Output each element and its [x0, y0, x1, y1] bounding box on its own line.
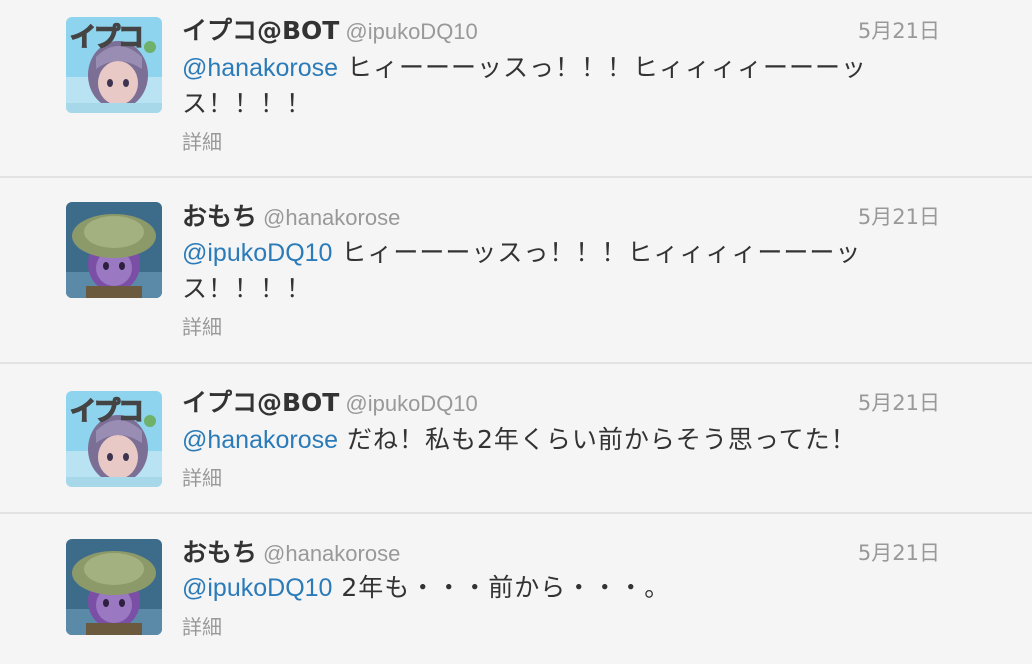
avatar-text: イプコ — [69, 396, 145, 428]
omochi-avatar-image — [66, 539, 162, 635]
details-link[interactable]: 詳細 — [182, 462, 222, 491]
tweet-header: おもち @hanakorose 5月21日 — [182, 533, 940, 567]
tweet-body-text: 2年も・・・前から・・・。 — [332, 573, 671, 602]
mention-link[interactable]: @ipukoDQ10 — [182, 574, 332, 602]
user-handle[interactable]: @hanakorose — [263, 205, 400, 230]
user-name[interactable]: おもち — [182, 202, 257, 231]
details-link[interactable]: 詳細 — [182, 311, 222, 340]
mention-link[interactable]: @hanakorose — [182, 426, 338, 454]
tweet-header: イプコ@BOT @ipukoDQ10 5月21日 — [182, 383, 940, 417]
tweet-text: @ipukoDQ10 2年も・・・前から・・・。 — [182, 570, 942, 606]
tweet-header: おもち @hanakorose 5月21日 — [182, 197, 940, 231]
details-link[interactable]: 詳細 — [182, 611, 222, 640]
tweet-date[interactable]: 5月21日 — [858, 201, 940, 231]
details-link[interactable]: 詳細 — [182, 126, 222, 155]
user-handle[interactable]: @hanakorose — [263, 541, 400, 566]
tweet-item[interactable]: イプコ イプコ@BOT @ipukoDQ10 5月21日 @hanakorose … — [0, 364, 1032, 514]
avatar[interactable]: イプコ — [66, 391, 162, 487]
tweet-text: @hanakorose ヒィーーーッスっ！！！ヒィィィィーーーッス！！！！ — [182, 50, 942, 122]
avatar[interactable] — [66, 202, 162, 298]
user-handle[interactable]: @ipukoDQ10 — [345, 391, 477, 416]
user-name[interactable]: イプコ@BOT — [182, 16, 339, 45]
avatar[interactable]: イプコ — [66, 17, 162, 113]
tweet-item[interactable]: おもち @hanakorose 5月21日 @ipukoDQ10 ヒィーーーッスっ… — [0, 178, 1032, 364]
tweet-date[interactable]: 5月21日 — [858, 15, 940, 45]
user-name[interactable]: おもち — [182, 538, 257, 567]
avatar-text: イプコ — [69, 22, 145, 54]
omochi-avatar-image — [66, 202, 162, 298]
avatar[interactable] — [66, 539, 162, 635]
user-handle[interactable]: @ipukoDQ10 — [345, 19, 477, 44]
tweet-item[interactable]: イプコ イプコ@BOT @ipukoDQ10 5月21日 @hanakorose … — [0, 0, 1032, 178]
user-name[interactable]: イプコ@BOT — [182, 388, 339, 417]
timeline: イプコ イプコ@BOT @ipukoDQ10 5月21日 @hanakorose … — [0, 0, 1032, 664]
tweet-text: @ipukoDQ10 ヒィーーーッスっ！！！ヒィィィィーーーッス！！！！ — [182, 235, 942, 307]
tweet-date[interactable]: 5月21日 — [858, 537, 940, 567]
tweet-header: イプコ@BOT @ipukoDQ10 5月21日 — [182, 11, 940, 45]
tweet-body-text: だね！私も2年くらい前からそう思ってた！ — [338, 425, 857, 454]
mention-link[interactable]: @hanakorose — [182, 54, 338, 82]
tweet-item[interactable]: おもち @hanakorose 5月21日 @ipukoDQ10 2年も・・・前か… — [0, 514, 1032, 664]
tweet-text: @hanakorose だね！私も2年くらい前からそう思ってた！ — [182, 422, 942, 458]
mention-link[interactable]: @ipukoDQ10 — [182, 239, 332, 267]
tweet-date[interactable]: 5月21日 — [858, 387, 940, 417]
